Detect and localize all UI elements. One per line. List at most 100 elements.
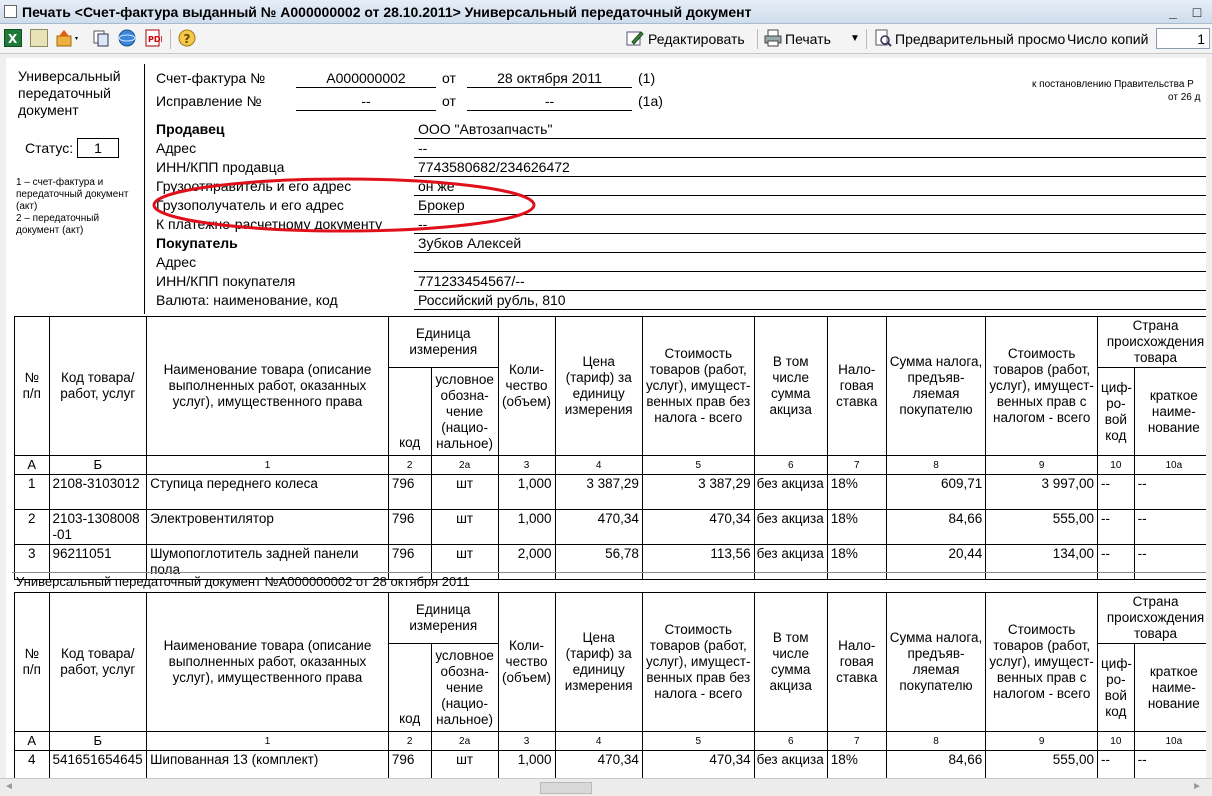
scroll-right-icon[interactable]: ► (1192, 781, 1202, 792)
party-value: ООО "Автозапчасть" (418, 121, 552, 137)
table-cell-excise: без акциза (754, 751, 827, 779)
table-header-cell: Стоимость товаров (работ, услуг), имущес… (986, 593, 1098, 732)
left-block-divider (144, 64, 145, 314)
table-cell-cost: 113,56 (642, 545, 754, 580)
table-icon[interactable] (30, 29, 48, 47)
excel-icon[interactable]: X (4, 29, 22, 47)
party-value: -- (418, 140, 427, 156)
table-header-cell: циф-ро-вой код (1098, 368, 1135, 456)
svg-text:?: ? (184, 32, 191, 46)
table-row: 12108-3103012Ступица переднего колеса796… (15, 475, 1212, 510)
table-cell-cc: -- (1098, 510, 1135, 545)
party-underline (414, 271, 1212, 272)
toolbar-separator (757, 29, 758, 49)
table-cell-uname: шт (431, 751, 498, 779)
status-value: 1 (77, 138, 119, 158)
preview-button[interactable]: Предварительный просмо (895, 31, 1065, 47)
party-value: 7743580682/234626472 (418, 159, 570, 175)
scroll-thumb[interactable] (540, 782, 592, 794)
maximize-button[interactable]: □ (1188, 3, 1206, 21)
table-header-cell: В том числе сумма акциза (754, 593, 827, 732)
table-cell-rate: 18% (827, 475, 886, 510)
column-index-cell: 8 (886, 456, 986, 475)
party-underline (414, 309, 1212, 310)
column-index-cell: Б (49, 732, 147, 751)
table-cell-total: 134,00 (986, 545, 1098, 580)
doc-type-label: Универсальный передаточный документ (18, 68, 121, 119)
table-cell-n: 4 (15, 751, 50, 779)
table-header-cell: Страна происхождения товара (1098, 593, 1212, 644)
table-header-cell: Сумма налога, предъяв-ляемая покупателю (886, 593, 986, 732)
column-index-cell: 2а (431, 456, 498, 475)
help-icon[interactable]: ? (178, 29, 196, 47)
correction-number: -- (296, 93, 436, 109)
table-cell-excise: без акциза (754, 545, 827, 580)
table-cell-cc: -- (1098, 751, 1135, 779)
underline (296, 87, 436, 88)
table-cell-rate: 18% (827, 545, 886, 580)
edit-button[interactable]: Редактировать (648, 31, 745, 47)
scroll-left-icon[interactable]: ◄ (4, 781, 14, 792)
column-index-cell: 5 (642, 732, 754, 751)
column-index-cell: 6 (754, 732, 827, 751)
minimize-button[interactable]: _ (1164, 3, 1182, 21)
window-title: Печать <Счет-фактура выданный № А0000000… (22, 4, 752, 20)
column-index-cell: 3 (498, 456, 555, 475)
column-index-cell: 7 (827, 732, 886, 751)
column-index-cell: 9 (986, 456, 1098, 475)
column-index-cell: 1 (147, 456, 389, 475)
field-code-1: (1) (638, 70, 655, 86)
party-label: Адрес (156, 254, 196, 270)
column-index-cell: 10 (1098, 456, 1135, 475)
globe-icon[interactable] (118, 29, 136, 47)
table-header-cell: краткое наиме-нование (1134, 368, 1212, 456)
copies-label: Число копий (1067, 31, 1148, 47)
copies-input[interactable]: 1 (1156, 28, 1210, 49)
highlight-ellipse (146, 174, 546, 240)
table-cell-tax: 84,66 (886, 510, 986, 545)
table-header-cell: В том числе сумма акциза (754, 317, 827, 456)
table-header-cell: Единица измерения (388, 593, 498, 644)
page2-caption: Универсальный передаточный документ №А00… (16, 574, 470, 589)
horizontal-scrollbar[interactable]: ◄ ► (0, 778, 1212, 796)
table-header-cell: Код товара/ работ, услуг (49, 593, 147, 732)
preview-icon[interactable] (874, 29, 892, 47)
svg-text:X: X (8, 32, 18, 46)
table-header-cell: циф-ро-вой код (1098, 644, 1135, 732)
table-cell-excise: без акциза (754, 510, 827, 545)
table-cell-code: 541651654645 (49, 751, 147, 779)
save-icon[interactable] (56, 29, 74, 47)
correction-from-label: от (442, 93, 456, 109)
table-header-cell: Цена (тариф) за единицу измерения (555, 317, 642, 456)
party-label: Валюта: наименование, код (156, 292, 338, 308)
table-header-cell: Коли-чество (объем) (498, 593, 555, 732)
column-index-cell: 10 (1098, 732, 1135, 751)
table-cell-qty: 1,000 (498, 751, 555, 779)
table-row: 4541651654645Шипованная 13 (комплект)796… (15, 751, 1212, 779)
correction-label: Исправление № (156, 93, 262, 109)
edit-icon[interactable] (626, 29, 644, 47)
table-header-cell: Наименование товара (описание выполненны… (147, 317, 389, 456)
gov-note-line1: к постановлению Правительства Р (1032, 79, 1194, 90)
table-cell-cn: -- (1134, 545, 1212, 580)
table-cell-name: Шипованная 13 (комплект) (147, 751, 389, 779)
column-index-cell: 10а (1134, 732, 1212, 751)
print-dropdown-arrow-icon[interactable]: ▼ (850, 33, 860, 44)
table-header-cell: Единица измерения (388, 317, 498, 368)
table-cell-price: 3 387,29 (555, 475, 642, 510)
column-index-cell: 6 (754, 456, 827, 475)
table-header-row: № п/пКод товара/ работ, услугНаименовани… (15, 317, 1212, 368)
column-index-cell: А (15, 456, 50, 475)
table-cell-uname: шт (431, 475, 498, 510)
printer-icon[interactable] (764, 29, 782, 47)
table-header-cell: Нало-говая ставка (827, 593, 886, 732)
print-button[interactable]: Печать (785, 31, 831, 47)
party-label: Продавец (156, 121, 224, 137)
column-index-cell: А (15, 732, 50, 751)
copy-icon[interactable] (92, 29, 110, 47)
table-cell-rate: 18% (827, 751, 886, 779)
vertical-scrollbar[interactable] (1206, 58, 1212, 778)
pdf-icon[interactable]: PDF (144, 29, 162, 47)
table-cell-name: Электровентилятор (147, 510, 389, 545)
column-index-cell: 10а (1134, 456, 1212, 475)
